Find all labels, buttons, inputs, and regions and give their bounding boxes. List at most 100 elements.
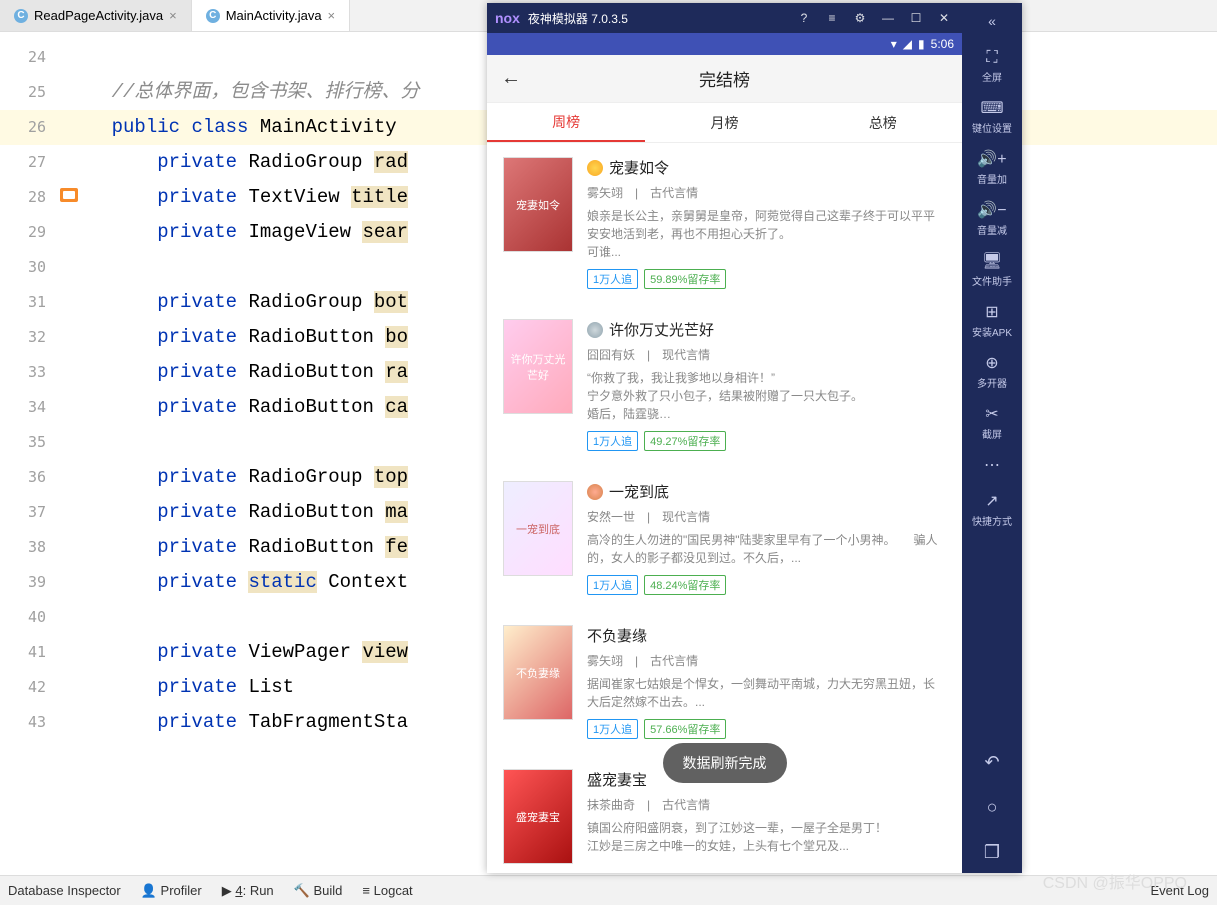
- book-cover: 盛宠妻宝: [503, 769, 573, 864]
- battery-icon: ▮: [918, 37, 925, 51]
- book-author: 囧囧有妖 | 现代言情: [587, 346, 946, 363]
- book-cover: 宠妻如令: [503, 157, 573, 252]
- collapse-button[interactable]: «: [962, 9, 1022, 39]
- sidebar-button[interactable]: ↗ 快捷方式: [972, 485, 1012, 536]
- book-title: 一宠到底: [587, 481, 946, 502]
- book-list[interactable]: 宠妻如令 宠妻如令 雾矢翊 | 古代言情 娘亲是长公主，亲舅舅是皇帝，阿菀觉得自…: [487, 143, 962, 873]
- line-number: 40: [0, 600, 56, 635]
- book-title: 不负妻缘: [587, 625, 946, 646]
- book-title: 许你万丈光芒好: [587, 319, 946, 340]
- page-title: 完结榜: [535, 66, 914, 91]
- tool-run[interactable]: ▶ 4: Run: [222, 883, 274, 899]
- sidebar-button[interactable]: 🔊+音量加: [972, 143, 1012, 194]
- editor-tab[interactable]: C ReadPageActivity.java ×: [0, 0, 192, 31]
- sidebar-icon: ⛶: [972, 49, 1012, 67]
- back-button[interactable]: ←: [487, 67, 535, 90]
- line-number: 27: [0, 145, 56, 180]
- tool-logcat[interactable]: ≡ Logcat: [362, 883, 412, 898]
- sidebar-button[interactable]: ⋯: [972, 449, 1012, 485]
- nav-back-icon[interactable]: ↶: [962, 742, 1022, 783]
- ranking-tab[interactable]: 月榜: [645, 103, 803, 142]
- sidebar-button[interactable]: 🔊−音量减: [972, 194, 1012, 245]
- line-number: 33: [0, 355, 56, 390]
- close-icon[interactable]: ✕: [934, 11, 954, 25]
- book-author: 雾矢翊 | 古代言情: [587, 652, 946, 669]
- nox-logo: nox: [495, 10, 520, 26]
- medal-icon: [587, 484, 603, 500]
- book-title: 宠妻如令: [587, 157, 946, 178]
- line-number: 24: [0, 40, 56, 75]
- ranking-tabs: 周榜月榜总榜: [487, 103, 962, 143]
- emulator-window: nox 夜神模拟器 7.0.3.5 ? ≡ ⚙ — ☐ ✕ ▾ ◢ ▮ 5:06…: [487, 3, 1022, 873]
- sidebar-label: 键位设置: [972, 124, 1012, 135]
- close-tab-icon[interactable]: ×: [328, 8, 336, 23]
- tab-label: MainActivity.java: [226, 8, 322, 23]
- sidebar-button[interactable]: ⊕多开器: [972, 347, 1012, 398]
- close-tab-icon[interactable]: ×: [169, 8, 177, 23]
- book-author: 安然一世 | 现代言情: [587, 508, 946, 525]
- tab-label: ReadPageActivity.java: [34, 8, 163, 23]
- sidebar-button[interactable]: ✂截屏: [972, 398, 1012, 449]
- retain-badge: 59.89%留存率: [644, 269, 726, 289]
- book-meta: 许你万丈光芒好 囧囧有妖 | 现代言情 “你救了我，我让我爹地以身相许！”宁夕意…: [587, 319, 946, 451]
- sidebar-icon: ⊕: [972, 353, 1012, 373]
- help-icon[interactable]: ?: [794, 11, 814, 25]
- sidebar-button[interactable]: ⊞ 安装APK: [972, 296, 1012, 347]
- sidebar-button[interactable]: ⌨ 键位设置: [972, 92, 1012, 143]
- editor-tab[interactable]: C MainActivity.java ×: [192, 0, 350, 31]
- sidebar-label: 安装APK: [972, 328, 1012, 339]
- clock: 5:06: [931, 37, 954, 51]
- sidebar-icon: ✂: [972, 404, 1012, 424]
- sidebar-button[interactable]: ⛶全屏: [972, 43, 1012, 92]
- sidebar-icon: ⊞: [972, 302, 1012, 322]
- sidebar-icon: 🔊+: [972, 149, 1012, 169]
- book-desc: “你救了我，我让我爹地以身相许！”宁夕意外救了只小包子，结果被附赠了一只大包子。…: [587, 369, 946, 423]
- gear-icon[interactable]: ⚙: [850, 11, 870, 25]
- emulator-titlebar: nox 夜神模拟器 7.0.3.5 ? ≡ ⚙ — ☐ ✕: [487, 3, 962, 33]
- book-author: 雾矢翊 | 古代言情: [587, 184, 946, 201]
- line-number: 43: [0, 705, 56, 740]
- book-desc: 高冷的生人勿进的"国民男神"陆斐家里早有了一个小男神。 骗人的，女人的影子都没见…: [587, 531, 946, 567]
- book-item[interactable]: 宠妻如令 宠妻如令 雾矢翊 | 古代言情 娘亲是长公主，亲舅舅是皇帝，阿菀觉得自…: [487, 143, 962, 305]
- line-number: 34: [0, 390, 56, 425]
- line-number: 32: [0, 320, 56, 355]
- line-number: 28: [0, 180, 56, 215]
- sidebar-icon: 🖥: [972, 251, 1012, 271]
- sidebar-button[interactable]: 🖥 文件助手: [972, 245, 1012, 296]
- ranking-tab[interactable]: 总榜: [804, 103, 962, 142]
- wifi-icon: ▾: [891, 37, 897, 51]
- java-file-icon: C: [206, 9, 220, 23]
- line-number: 30: [0, 250, 56, 285]
- sidebar-icon: 🔊−: [972, 200, 1012, 220]
- gutter-marker-icon[interactable]: [60, 188, 78, 202]
- book-meta: 一宠到底 安然一世 | 现代言情 高冷的生人勿进的"国民男神"陆斐家里早有了一个…: [587, 481, 946, 595]
- book-item[interactable]: 许你万丈光芒好 许你万丈光芒好 囧囧有妖 | 现代言情 “你救了我，我让我爹地以…: [487, 305, 962, 467]
- book-item[interactable]: 不负妻缘 不负妻缘 雾矢翊 | 古代言情 据闻崔家七姑娘是个悍女，一剑舞动平南城…: [487, 611, 962, 755]
- book-item[interactable]: 一宠到底 一宠到底 安然一世 | 现代言情 高冷的生人勿进的"国民男神"陆斐家里…: [487, 467, 962, 611]
- retain-badge: 48.24%留存率: [644, 575, 726, 595]
- maximize-icon[interactable]: ☐: [906, 11, 926, 25]
- book-cover: 不负妻缘: [503, 625, 573, 720]
- tool-event-log[interactable]: Event Log: [1150, 883, 1209, 898]
- nav-home-icon[interactable]: ○: [962, 787, 1022, 828]
- book-desc: 镇国公府阳盛阴衰，到了江妙这一辈，一屋子全是男丁！江妙是三房之中唯一的女娃，上头…: [587, 819, 946, 855]
- menu-icon[interactable]: ≡: [822, 11, 842, 25]
- follow-badge: 1万人追: [587, 269, 638, 289]
- line-number: 37: [0, 495, 56, 530]
- book-desc: 娘亲是长公主，亲舅舅是皇帝，阿菀觉得自己这辈子终于可以平平安安地活到老，再也不用…: [587, 207, 946, 261]
- follow-badge: 1万人追: [587, 575, 638, 595]
- sidebar-label: 快捷方式: [972, 517, 1012, 528]
- book-meta: 盛宠妻宝 抹茶曲奇 | 古代言情 镇国公府阳盛阴衰，到了江妙这一辈，一屋子全是男…: [587, 769, 946, 864]
- sidebar-icon: ↗: [972, 491, 1012, 511]
- nav-recent-icon[interactable]: ❐: [962, 832, 1022, 873]
- phone-screen: nox 夜神模拟器 7.0.3.5 ? ≡ ⚙ — ☐ ✕ ▾ ◢ ▮ 5:06…: [487, 3, 962, 873]
- tool-database-inspector[interactable]: Database Inspector: [8, 883, 121, 898]
- java-file-icon: C: [14, 9, 28, 23]
- sidebar-icon: ⌨: [972, 98, 1012, 118]
- tool-build[interactable]: 🔨 Build: [294, 883, 343, 899]
- sidebar-label: 文件助手: [972, 277, 1012, 288]
- minimize-icon[interactable]: —: [878, 11, 898, 25]
- tool-profiler[interactable]: 👤 Profiler: [141, 883, 202, 899]
- book-cover: 许你万丈光芒好: [503, 319, 573, 414]
- ranking-tab[interactable]: 周榜: [487, 103, 645, 142]
